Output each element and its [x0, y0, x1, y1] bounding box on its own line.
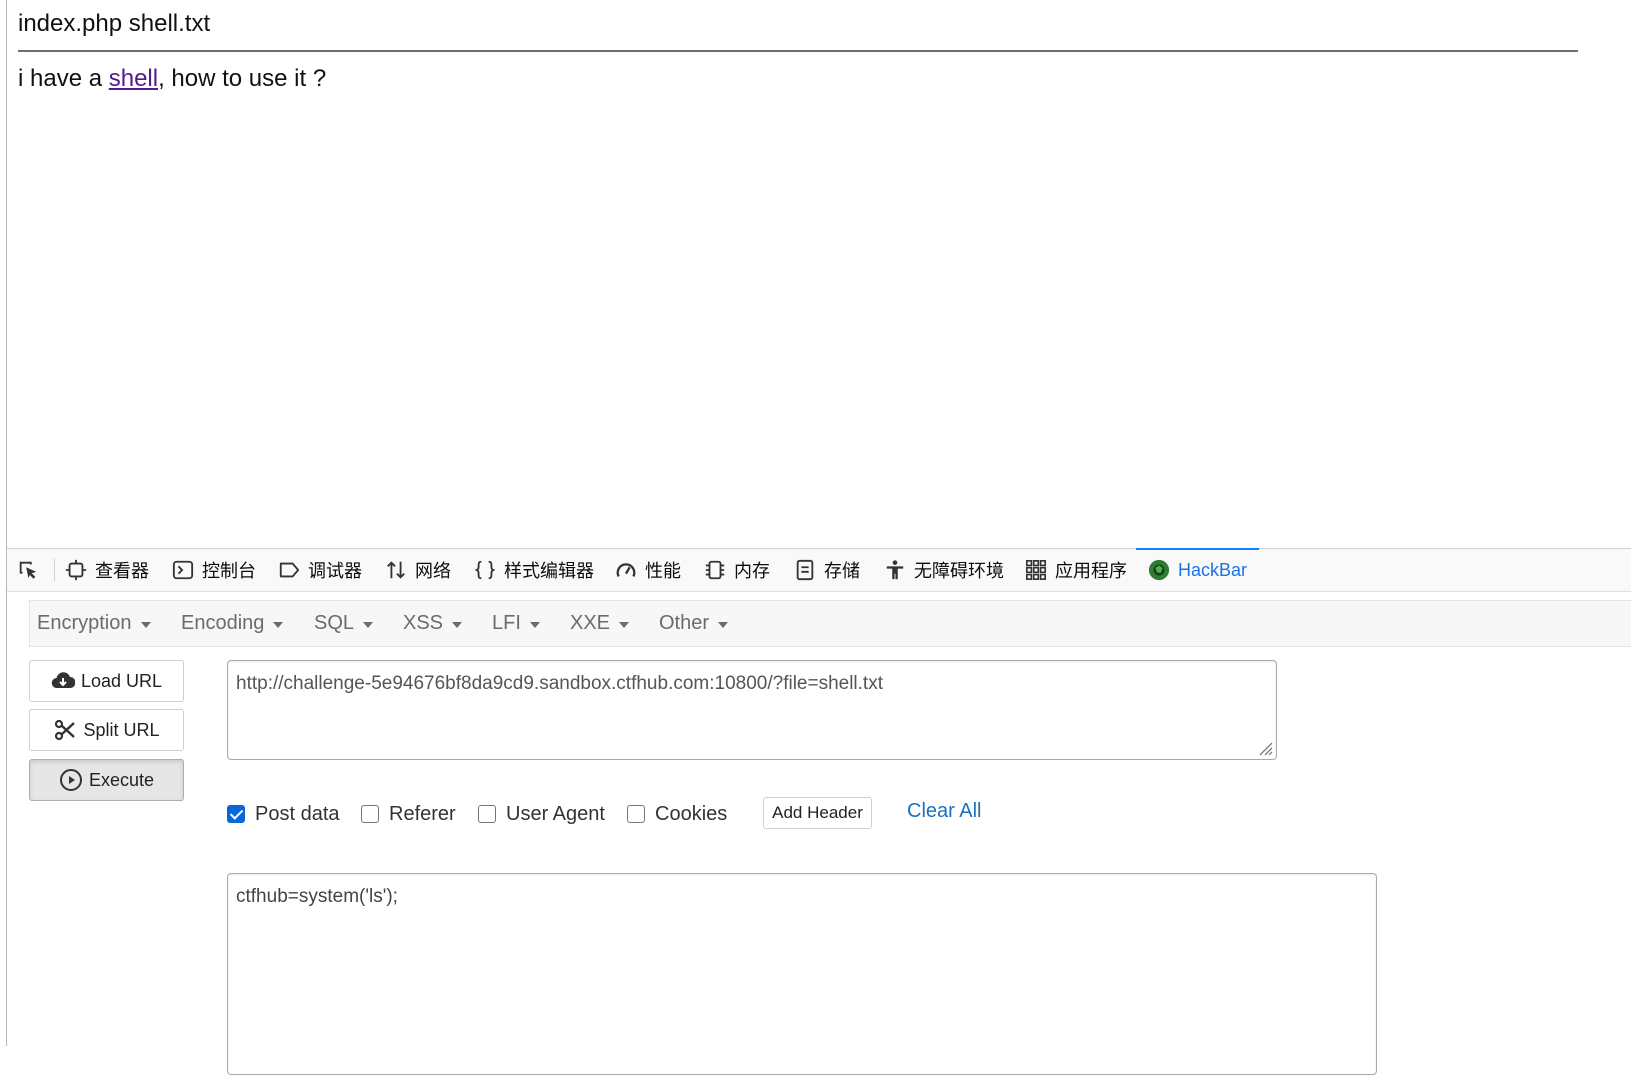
- menu-label: Other: [659, 612, 710, 634]
- clear-all-link[interactable]: Clear All: [907, 800, 981, 823]
- referer-option[interactable]: Referer: [361, 800, 456, 828]
- devtools-panel: 查看器 控制台 调试器 网络 样式编辑器 性能 内存 存储 无障碍环境 应用程序…: [7, 548, 1631, 1075]
- tab-inspector[interactable]: 查看器: [65, 549, 149, 591]
- menu-label: XSS: [403, 612, 444, 634]
- tab-label: 控制台: [202, 561, 256, 581]
- hackbar-menubar: Encryption Encoding SQL XSS LFI XXE Othe…: [29, 600, 1631, 647]
- horizontal-rule: [18, 50, 1578, 52]
- menu-sql[interactable]: SQL: [314, 601, 374, 646]
- play-circle-icon: [59, 769, 82, 791]
- tab-label: HackBar: [1178, 559, 1248, 580]
- referer-checkbox[interactable]: [361, 805, 379, 823]
- tab-accessibility[interactable]: 无障碍环境: [884, 549, 1004, 591]
- sentence-prefix: i have a: [18, 65, 109, 92]
- performance-icon: [616, 563, 636, 577]
- cookies-checkbox[interactable]: [627, 805, 645, 823]
- page-sentence: i have a shell, how to use it ?: [18, 65, 326, 93]
- debugger-icon: [279, 562, 300, 578]
- tab-label: 内存: [734, 561, 770, 581]
- style-editor-icon: [474, 560, 496, 580]
- caret-down-icon: [619, 622, 630, 628]
- tab-style-editor[interactable]: 样式编辑器: [474, 549, 594, 591]
- tab-label: 样式编辑器: [504, 561, 594, 581]
- file-list-text: index.php shell.txt: [18, 10, 211, 37]
- user-agent-option[interactable]: User Agent: [478, 800, 605, 828]
- menu-lfi[interactable]: LFI: [492, 601, 540, 646]
- tab-label: 调试器: [308, 561, 362, 581]
- tab-label: 网络: [415, 561, 451, 581]
- menu-encryption[interactable]: Encryption: [37, 601, 151, 646]
- menu-label: XXE: [570, 612, 611, 634]
- resize-grip-icon[interactable]: [1255, 738, 1273, 756]
- post-data-label: Post data: [255, 802, 340, 825]
- element-picker-button[interactable]: [17, 549, 47, 591]
- tab-label: 性能: [645, 561, 681, 581]
- menu-encoding[interactable]: Encoding: [181, 601, 284, 646]
- load-url-button[interactable]: Load URL: [29, 660, 184, 702]
- split-url-label: Split URL: [83, 719, 160, 740]
- network-icon: [387, 561, 405, 579]
- execute-label: Execute: [88, 769, 155, 790]
- tab-network[interactable]: 网络: [385, 549, 451, 591]
- user-agent-label: User Agent: [506, 802, 605, 825]
- storage-icon: [796, 559, 814, 581]
- caret-down-icon: [529, 622, 540, 628]
- menu-xss[interactable]: XSS: [403, 601, 463, 646]
- menu-other[interactable]: Other: [659, 601, 729, 646]
- sentence-suffix: , how to use it ?: [158, 65, 327, 92]
- post-data-option[interactable]: Post data: [227, 800, 340, 828]
- execute-button[interactable]: Execute: [29, 759, 184, 801]
- load-url-label: Load URL: [80, 670, 163, 691]
- tab-debugger[interactable]: 调试器: [278, 549, 362, 591]
- tab-label: 应用程序: [1055, 561, 1127, 581]
- menu-label: SQL: [314, 612, 355, 634]
- cookies-option[interactable]: Cookies: [627, 800, 727, 828]
- web-page: index.php shell.txt i have a shell, how …: [18, 0, 1631, 548]
- tab-performance[interactable]: 性能: [615, 549, 681, 591]
- cookies-label: Cookies: [655, 802, 728, 825]
- post-data-value: ctfhub=system('ls');: [236, 886, 398, 907]
- url-value: http://challenge-5e94676bf8da9cd9.sandbo…: [236, 673, 883, 694]
- tab-application[interactable]: 应用程序: [1025, 549, 1127, 591]
- menu-label: Encoding: [181, 612, 265, 634]
- console-icon: [172, 560, 194, 580]
- tab-storage[interactable]: 存储: [794, 549, 860, 591]
- add-header-button[interactable]: Add Header: [763, 797, 872, 829]
- menu-label: Encryption: [37, 612, 132, 634]
- referer-label: Referer: [389, 802, 456, 825]
- post-data-textarea[interactable]: ctfhub=system('ls');: [227, 873, 1377, 1075]
- hackbar-icon: [1148, 559, 1170, 581]
- tab-console[interactable]: 控制台: [172, 549, 256, 591]
- caret-down-icon: [452, 622, 463, 628]
- tab-label: 存储: [824, 561, 860, 581]
- caret-down-icon: [718, 622, 729, 628]
- tab-memory[interactable]: 内存: [704, 549, 770, 591]
- inspector-icon: [65, 559, 87, 581]
- tab-label: 无障碍环境: [914, 561, 1004, 581]
- menu-label: LFI: [492, 612, 521, 634]
- memory-icon: [705, 560, 725, 580]
- scissors-icon: [55, 719, 76, 741]
- menu-xxe[interactable]: XXE: [570, 601, 630, 646]
- tab-hackbar[interactable]: HackBar: [1135, 548, 1260, 591]
- split-url-button[interactable]: Split URL: [29, 709, 184, 751]
- user-agent-checkbox[interactable]: [478, 805, 496, 823]
- caret-down-icon: [273, 622, 284, 628]
- url-textarea[interactable]: http://challenge-5e94676bf8da9cd9.sandbo…: [227, 660, 1277, 760]
- tabbar-divider: [54, 559, 55, 581]
- caret-down-icon: [140, 622, 151, 628]
- caret-down-icon: [363, 622, 374, 628]
- post-data-checkbox[interactable]: [227, 805, 245, 823]
- application-icon: [1026, 560, 1046, 580]
- devtools-tabbar: 查看器 控制台 调试器 网络 样式编辑器 性能 内存 存储 无障碍环境 应用程序…: [7, 548, 1631, 592]
- accessibility-icon: [886, 560, 904, 580]
- cloud-download-icon: [51, 672, 75, 689]
- pick-element-icon: [19, 561, 37, 579]
- shell-link[interactable]: shell: [109, 65, 158, 92]
- tab-label: 查看器: [95, 561, 149, 581]
